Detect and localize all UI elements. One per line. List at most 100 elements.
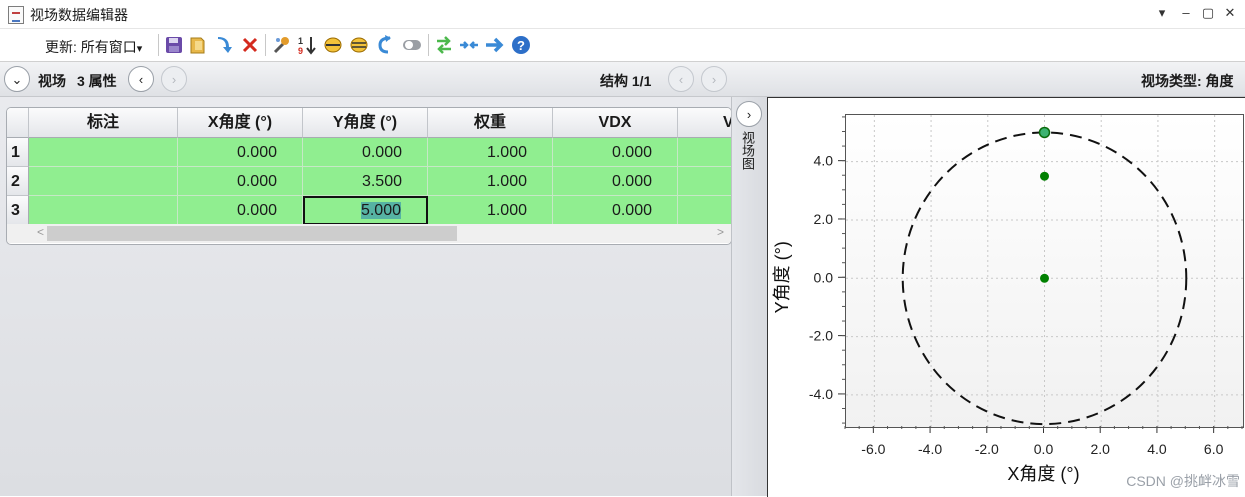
column-header-vdy[interactable]: V xyxy=(678,108,731,138)
svg-text:1: 1 xyxy=(298,36,303,46)
horizontal-scrollbar[interactable]: < > xyxy=(7,224,731,243)
row-header[interactable]: 1 xyxy=(7,138,29,167)
update-dropdown[interactable]: 更新: 所有窗口▾ xyxy=(45,37,142,57)
collapse-plot-button[interactable]: › xyxy=(736,101,762,127)
field-point xyxy=(1038,126,1051,139)
field-table: 标注 X角度 (°) Y角度 (°) 权重 VDX V 1 0.000 0.00… xyxy=(6,107,732,245)
field-nav-bar: ⌄ 视场 3 属性 ‹ › 结构 1/1 ‹ › 视场类型: 角度 xyxy=(0,62,1245,97)
table-corner[interactable] xyxy=(7,108,29,138)
column-header-x[interactable]: X角度 (°) xyxy=(178,108,303,138)
y-tick-label: 0.0 xyxy=(814,269,834,285)
app-icon xyxy=(8,6,24,24)
toolbar-separator xyxy=(428,34,429,56)
x-tick-label: -4.0 xyxy=(918,441,942,457)
minimize-button[interactable]: – xyxy=(1177,4,1195,22)
delete-icon[interactable] xyxy=(240,35,260,55)
editor-panel: 标注 X角度 (°) Y角度 (°) 权重 VDX V 1 0.000 0.00… xyxy=(0,97,732,496)
open-icon[interactable] xyxy=(188,35,208,55)
reverse-icon[interactable] xyxy=(376,35,396,55)
scroll-right-icon[interactable]: > xyxy=(717,225,724,239)
cell-weight[interactable]: 1.000 xyxy=(428,196,553,225)
expand-button[interactable]: ⌄ xyxy=(4,66,30,92)
arrow-right-icon[interactable] xyxy=(485,35,505,55)
cell-y-angle[interactable]: 0.000 xyxy=(303,138,428,167)
props-label: 3 属性 xyxy=(77,73,117,89)
toolbar: 更新: 所有窗口▾ 1 9 ? xyxy=(0,29,1245,62)
scrollbar-thumb[interactable] xyxy=(47,226,457,241)
svg-text:9: 9 xyxy=(298,46,303,55)
cell-label[interactable] xyxy=(29,196,178,225)
cell-weight[interactable]: 1.000 xyxy=(428,138,553,167)
x-tick-label: 6.0 xyxy=(1204,441,1224,457)
next-structure-button[interactable]: › xyxy=(701,66,727,92)
cell-vdx[interactable]: 0.000 xyxy=(553,167,678,196)
column-header-weight[interactable]: 权重 xyxy=(428,108,553,138)
cell-weight[interactable]: 1.000 xyxy=(428,167,553,196)
x-tick-label: 2.0 xyxy=(1090,441,1110,457)
field-plot xyxy=(846,115,1243,427)
svg-text:?: ? xyxy=(517,38,525,53)
help-icon[interactable]: ? xyxy=(511,35,531,55)
cell-x-angle[interactable]: 0.000 xyxy=(178,196,303,225)
field-label: 视场 xyxy=(38,73,66,89)
y-tick-label: -2.0 xyxy=(809,328,833,344)
cell-vdx[interactable]: 0.000 xyxy=(553,196,678,225)
tool-icon[interactable] xyxy=(271,35,291,55)
field-plot-panel: -6.0 -4.0 -2.0 0.0 2.0 4.0 6.0 -4.0 -2.0 0.0 2.0 4.… xyxy=(767,97,1245,497)
cell-x-angle[interactable]: 0.000 xyxy=(178,167,303,196)
toolbar-separator xyxy=(158,34,159,56)
field-type-label: 视场类型: 角度 xyxy=(1141,73,1234,89)
x-tick-label: 4.0 xyxy=(1147,441,1167,457)
toolbar-separator xyxy=(265,34,266,56)
selected-cell-text: 5.000 xyxy=(360,202,401,219)
update-label: 更新: 所有窗口 xyxy=(45,39,137,55)
x-axis-label: X角度 (°) xyxy=(1007,464,1079,484)
cell-x-angle[interactable]: 0.000 xyxy=(178,138,303,167)
x-tick-label: -2.0 xyxy=(975,441,999,457)
cell-vdy[interactable] xyxy=(678,167,731,196)
cell-y-angle-selected[interactable]: 5.000 xyxy=(303,196,428,225)
cell-label[interactable] xyxy=(29,138,178,167)
field-plot-label[interactable]: 视场图 xyxy=(740,131,757,170)
join-icon[interactable] xyxy=(459,35,479,55)
swap-icon[interactable] xyxy=(434,35,454,55)
field-point xyxy=(1040,273,1049,283)
prev-field-button[interactable]: ‹ xyxy=(128,66,154,92)
window-title: 视场数据编辑器 xyxy=(30,7,128,23)
cell-vdx[interactable]: 0.000 xyxy=(553,138,678,167)
x-tick-label: 0.0 xyxy=(1034,441,1054,457)
chevron-down-icon: ▾ xyxy=(136,43,143,55)
row-header[interactable]: 2 xyxy=(7,167,29,196)
y-tick-label: 4.0 xyxy=(814,153,834,169)
import-icon[interactable] xyxy=(214,35,234,55)
cell-vdy[interactable] xyxy=(678,196,731,225)
watermark: CSDN @挑衅冰雪 xyxy=(1126,473,1240,489)
maximize-button[interactable]: ▢ xyxy=(1199,4,1217,22)
ellipse-fill-icon[interactable] xyxy=(349,35,369,55)
column-header-label[interactable]: 标注 xyxy=(29,108,178,138)
column-header-vdx[interactable]: VDX xyxy=(553,108,678,138)
title-bar: 视场数据编辑器 ▾ – ▢ ✕ xyxy=(0,0,1245,29)
close-button[interactable]: ✕ xyxy=(1221,4,1239,22)
plot-area xyxy=(845,114,1244,428)
cell-vdy[interactable] xyxy=(678,138,731,167)
side-panel-tab: › 视场图 xyxy=(731,97,768,496)
structure-label: 结构 1/1 xyxy=(600,73,652,89)
cell-label[interactable] xyxy=(29,167,178,196)
y-axis-label: Y角度 (°) xyxy=(772,241,792,313)
cell-y-angle[interactable]: 3.500 xyxy=(303,167,428,196)
scroll-left-icon[interactable]: < xyxy=(37,225,44,239)
field-point xyxy=(1040,171,1049,181)
y-tick-label: 2.0 xyxy=(814,211,834,227)
toggle-icon[interactable] xyxy=(402,35,422,55)
next-field-button[interactable]: › xyxy=(161,66,187,92)
x-tick-label: -6.0 xyxy=(861,441,885,457)
y-tick-label: -4.0 xyxy=(809,386,833,402)
save-icon[interactable] xyxy=(164,35,184,55)
sort-icon[interactable]: 1 9 xyxy=(297,35,317,55)
row-header[interactable]: 3 xyxy=(7,196,29,225)
menu-dropdown-button[interactable]: ▾ xyxy=(1153,4,1171,22)
prev-structure-button[interactable]: ‹ xyxy=(668,66,694,92)
column-header-y[interactable]: Y角度 (°) xyxy=(303,108,428,138)
ellipse-icon[interactable] xyxy=(323,35,343,55)
